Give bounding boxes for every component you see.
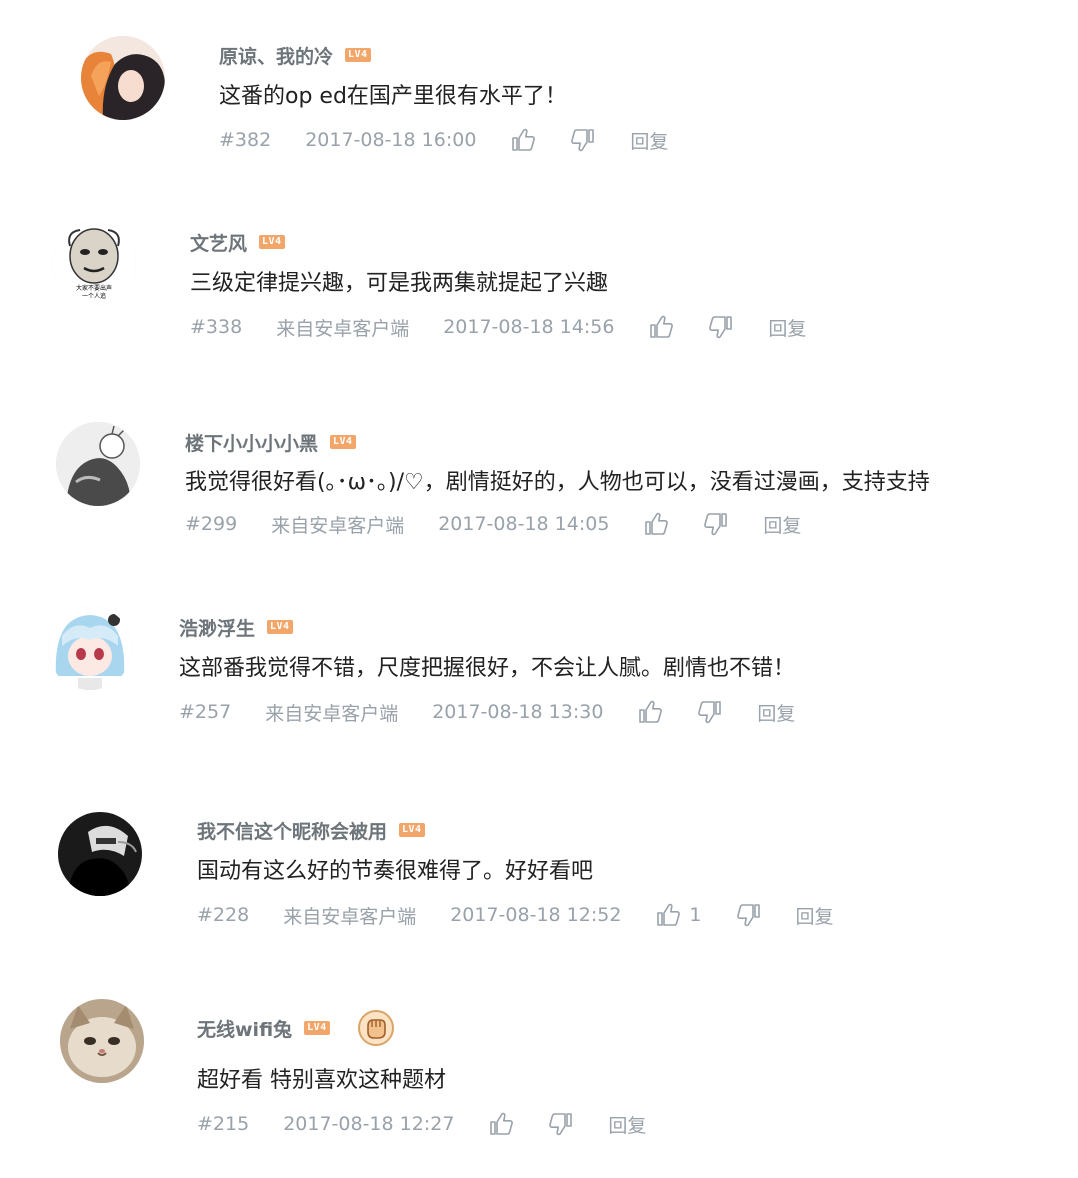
avatar[interactable] (58, 812, 142, 896)
source-client: 来自安卓客户端 (276, 317, 410, 340)
thumb-down-icon (697, 699, 723, 725)
floor-number: #338 (190, 316, 243, 338)
reply-button[interactable]: 回复 (608, 1111, 646, 1138)
level-badge: LV4 (304, 1021, 330, 1035)
reply-button[interactable]: 回复 (763, 511, 801, 538)
comment-text: 国动有这么好的节奏很难得了。好好看吧 (197, 859, 594, 884)
timestamp: 2017-08-18 14:05 (438, 513, 610, 535)
avatar[interactable] (48, 606, 132, 690)
avatar[interactable] (56, 422, 140, 506)
thumb-up-icon (643, 511, 669, 537)
thumb-up-icon (488, 1111, 514, 1137)
source-client: 来自安卓客户端 (271, 514, 405, 537)
reply-button[interactable]: 回复 (768, 314, 806, 341)
floor-number: #257 (179, 701, 232, 723)
username-row: 楼下小小小小黑 LV4 (185, 429, 356, 456)
avatar[interactable]: 大家不要出声 一个人追 (52, 222, 136, 306)
dislike-button[interactable] (548, 1111, 574, 1137)
comment-item: 无线wifi兔 LV4 超好看 特别喜欢这种题材 #215 2017-08-18… (0, 0, 1078, 1137)
timestamp: 2017-08-18 13:30 (432, 701, 604, 723)
dislike-button[interactable] (708, 314, 734, 340)
level-badge: LV4 (330, 435, 356, 449)
username[interactable]: 我不信这个昵称会被用 (197, 817, 387, 844)
comment-text: 这部番我觉得不错，尺度把握很好，不会让人腻。剧情也不错！ (179, 656, 796, 681)
like-button[interactable] (643, 511, 669, 537)
thumb-up-icon (648, 314, 674, 340)
like-button[interactable] (637, 699, 663, 725)
floor-number: #215 (197, 1113, 250, 1135)
comment-text: 超好看 特别喜欢这种题材 (197, 1068, 446, 1093)
username-row: 无线wifi兔 LV4 (197, 1010, 396, 1046)
level-badge: LV4 (267, 620, 293, 634)
username[interactable]: 文艺风 (190, 229, 247, 256)
floor-number: #228 (197, 904, 250, 926)
like-count: 1 (689, 904, 702, 926)
source-client: 来自安卓客户端 (265, 702, 399, 725)
source-client: 来自安卓客户端 (283, 905, 417, 928)
username-row: 文艺风 LV4 (190, 229, 285, 256)
reply-button[interactable]: 回复 (757, 699, 795, 726)
username[interactable]: 楼下小小小小黑 (185, 429, 318, 456)
username-row: 我不信这个昵称会被用 LV4 (197, 817, 425, 844)
avatar[interactable] (60, 999, 144, 1083)
level-badge: LV4 (259, 235, 285, 249)
comment-text: 我觉得很好看(｡･ω･｡)/♡，剧情挺好的，人物也可以，没看过漫画，支持支持 (185, 470, 930, 495)
dislike-button[interactable] (697, 699, 723, 725)
dislike-button[interactable] (703, 511, 729, 537)
thumb-down-icon (703, 511, 729, 537)
avatar-caption: 大家不要出声 (76, 284, 112, 292)
comment-meta: #215 2017-08-18 12:27 回复 (197, 1109, 646, 1139)
thumb-down-icon (548, 1111, 574, 1137)
level-badge: LV4 (399, 823, 425, 837)
floor-number: #299 (185, 513, 238, 535)
thumb-down-icon (708, 314, 734, 340)
thumb-up-icon (655, 902, 681, 928)
comment-meta: #338 来自安卓客户端 2017-08-18 14:56 回复 (190, 312, 806, 342)
username-row: 浩渺浮生 LV4 (179, 614, 293, 641)
like-button[interactable] (648, 314, 674, 340)
comment-meta: #257 来自安卓客户端 2017-08-18 13:30 回复 (179, 697, 795, 727)
like-button[interactable] (488, 1111, 514, 1137)
comment-meta: #299 来自安卓客户端 2017-08-18 14:05 回复 (185, 509, 801, 539)
like-button[interactable]: 1 (655, 902, 702, 928)
timestamp: 2017-08-18 12:27 (283, 1113, 455, 1135)
username[interactable]: 无线wifi兔 (197, 1015, 292, 1042)
fist-medal-icon (357, 1010, 394, 1046)
reply-button[interactable]: 回复 (796, 902, 834, 929)
avatar-caption: 一个人追 (82, 292, 106, 300)
username[interactable]: 浩渺浮生 (179, 614, 255, 641)
comment-meta: #228 来自安卓客户端 2017-08-18 12:52 1 回复 (197, 900, 834, 930)
thumb-down-icon (736, 902, 762, 928)
thumb-up-icon (637, 699, 663, 725)
timestamp: 2017-08-18 14:56 (443, 316, 615, 338)
dislike-button[interactable] (736, 902, 762, 928)
timestamp: 2017-08-18 12:52 (450, 904, 622, 926)
comment-text: 三级定律提兴趣，可是我两集就提起了兴趣 (190, 271, 609, 296)
